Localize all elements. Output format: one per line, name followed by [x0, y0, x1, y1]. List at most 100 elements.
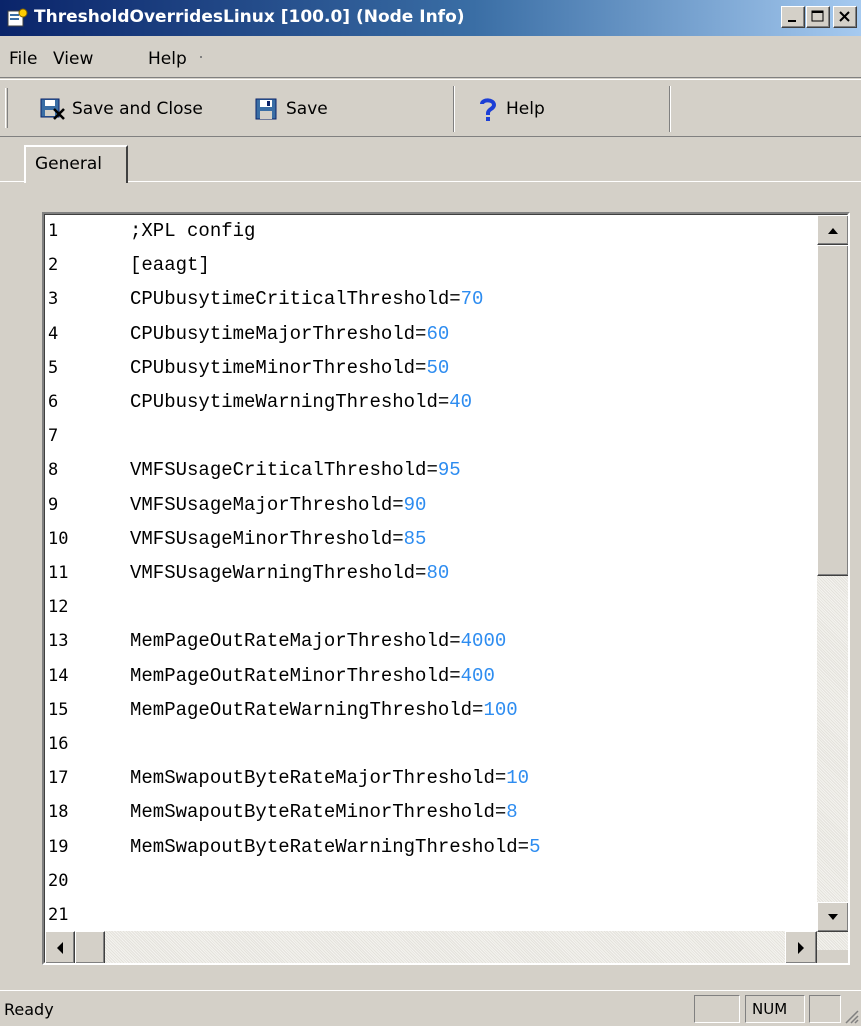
line-number: 14: [48, 665, 69, 686]
close-button[interactable]: [833, 6, 857, 28]
help-question-icon: [478, 97, 500, 121]
config-value: 70: [460, 288, 484, 311]
code-line[interactable]: ;XPL config: [130, 220, 255, 242]
line-number: 6: [48, 392, 59, 412]
code-line[interactable]: CPUbusytimeMinorThreshold=50: [130, 357, 449, 379]
status-text: Ready: [4, 1000, 54, 1019]
code-line[interactable]: VMFSUsageWarningThreshold=80: [130, 562, 449, 584]
menu-view[interactable]: View: [53, 49, 93, 69]
save-and-close-button[interactable]: Save and Close: [40, 95, 203, 123]
status-pane-empty: [809, 995, 841, 1023]
line-number: 7: [48, 426, 59, 447]
code-line[interactable]: MemPageOutRateMajorThreshold=4000: [130, 630, 506, 652]
config-editor[interactable]: 1 ;XPL config 2 [eaagt] 3 CPUbusytimeCritical…: [42, 212, 850, 965]
horizontal-scrollbar[interactable]: [45, 931, 817, 963]
maximize-button[interactable]: [806, 6, 830, 28]
code-line[interactable]: [eaagt]: [130, 254, 210, 276]
line-number: 11: [48, 563, 69, 583]
line-number: 16: [48, 734, 69, 754]
config-key: VMFSUsageCriticalThreshold=: [130, 459, 438, 482]
config-value: 80: [426, 562, 450, 584]
config-key: MemPageOutRateWarningThreshold=: [130, 698, 484, 721]
menu-bar: File View Help: [0, 36, 861, 78]
toolbar-separator: [669, 86, 671, 132]
config-value: 4000: [460, 630, 507, 653]
config-value: 60: [426, 322, 450, 345]
menu-help[interactable]: Help: [148, 49, 187, 69]
config-key: VMFSUsageMajorThreshold=: [130, 493, 404, 516]
menu-file[interactable]: File: [9, 49, 37, 69]
code-line[interactable]: VMFSUsageCriticalThreshold=95: [130, 459, 461, 481]
toolbar-separator: [453, 86, 455, 132]
tab-general[interactable]: General: [24, 145, 128, 183]
code-line[interactable]: MemSwapoutByteRateMinorThreshold=8: [130, 801, 518, 823]
config-value: 95: [437, 459, 461, 482]
toolbar: Save and Close Save Help: [0, 79, 861, 137]
horizontal-scroll-thumb[interactable]: [75, 931, 105, 963]
line-number: 17: [48, 768, 69, 789]
help-button[interactable]: Help: [478, 95, 545, 123]
line-number: 18: [48, 802, 69, 823]
config-key: CPUbusytimeMinorThreshold=: [130, 356, 427, 379]
window-title: ThresholdOverridesLinux [100.0] (Node In…: [34, 7, 465, 27]
code-line[interactable]: MemPageOutRateWarningThreshold=100: [130, 699, 518, 721]
code-line[interactable]: CPUbusytimeCriticalThreshold=70: [130, 288, 483, 310]
help-label: Help: [506, 99, 545, 119]
save-button[interactable]: Save: [254, 95, 328, 123]
scroll-up-button[interactable]: [817, 215, 848, 245]
line-number: 19: [48, 836, 69, 857]
code-line[interactable]: VMFSUsageMinorThreshold=85: [130, 528, 426, 550]
scroll-down-button[interactable]: [817, 902, 848, 932]
line-number: 4: [48, 323, 59, 344]
config-value: 10: [506, 767, 530, 790]
config-key: CPUbusytimeMajorThreshold=: [130, 322, 427, 345]
line-number: 21: [48, 905, 69, 925]
code-line[interactable]: CPUbusytimeWarningThreshold=40: [130, 391, 472, 413]
line-number: 5: [48, 357, 59, 378]
line-number: 1: [48, 221, 59, 241]
config-key: CPUbusytimeWarningThreshold=: [130, 391, 450, 413]
config-value: 85: [403, 527, 427, 550]
config-value: 100: [483, 698, 518, 721]
config-value: 8: [506, 801, 518, 824]
line-number: 3: [48, 289, 59, 310]
config-key: VMFSUsageMinorThreshold=: [130, 527, 404, 550]
line-number: 2: [48, 255, 59, 276]
line-number: 20: [48, 870, 69, 891]
scrollbar-corner: [817, 950, 848, 963]
scroll-left-button[interactable]: [45, 931, 75, 963]
title-bar[interactable]: ThresholdOverridesLinux [100.0] (Node In…: [0, 0, 861, 36]
code-line[interactable]: MemSwapoutByteRateWarningThreshold=5: [130, 836, 540, 858]
vertical-scrollbar[interactable]: [817, 215, 848, 950]
config-key: MemSwapoutByteRateWarningThreshold=: [130, 835, 530, 858]
status-pane-empty: [694, 995, 740, 1023]
line-number: 8: [48, 460, 59, 481]
config-value: 400: [460, 664, 495, 687]
config-value: 40: [449, 391, 473, 413]
document-settings-icon: [7, 8, 29, 28]
config-key: MemPageOutRateMajorThreshold=: [130, 630, 461, 653]
status-bar: Ready NUM: [0, 990, 861, 1026]
config-key: MemPageOutRateMinorThreshold=: [130, 664, 461, 687]
code-line[interactable]: VMFSUsageMajorThreshold=90: [130, 494, 426, 516]
resize-grip-icon[interactable]: [841, 1006, 859, 1024]
config-key: ;XPL config: [130, 220, 256, 242]
config-value: 5: [529, 835, 541, 858]
toolbar-grip[interactable]: [5, 88, 8, 128]
code-line[interactable]: MemPageOutRateMinorThreshold=400: [130, 665, 495, 687]
save-label: Save: [286, 99, 328, 119]
code-line[interactable]: CPUbusytimeMajorThreshold=60: [130, 323, 449, 345]
code-line[interactable]: MemSwapoutByteRateMajorThreshold=10: [130, 767, 529, 789]
num-lock-indicator: NUM: [745, 995, 805, 1023]
tab-divider: [0, 181, 861, 182]
line-number: 10: [48, 528, 69, 549]
vertical-scroll-thumb[interactable]: [817, 245, 848, 576]
line-number: 12: [48, 597, 69, 618]
minimize-button[interactable]: [781, 6, 805, 28]
config-key: MemSwapoutByteRateMinorThreshold=: [130, 801, 507, 824]
config-value: 50: [426, 356, 450, 379]
line-number: 9: [48, 494, 59, 515]
scroll-right-button[interactable]: [785, 931, 817, 963]
config-key: VMFSUsageWarningThreshold=: [130, 562, 427, 584]
floppy-disk-icon: [254, 97, 280, 121]
